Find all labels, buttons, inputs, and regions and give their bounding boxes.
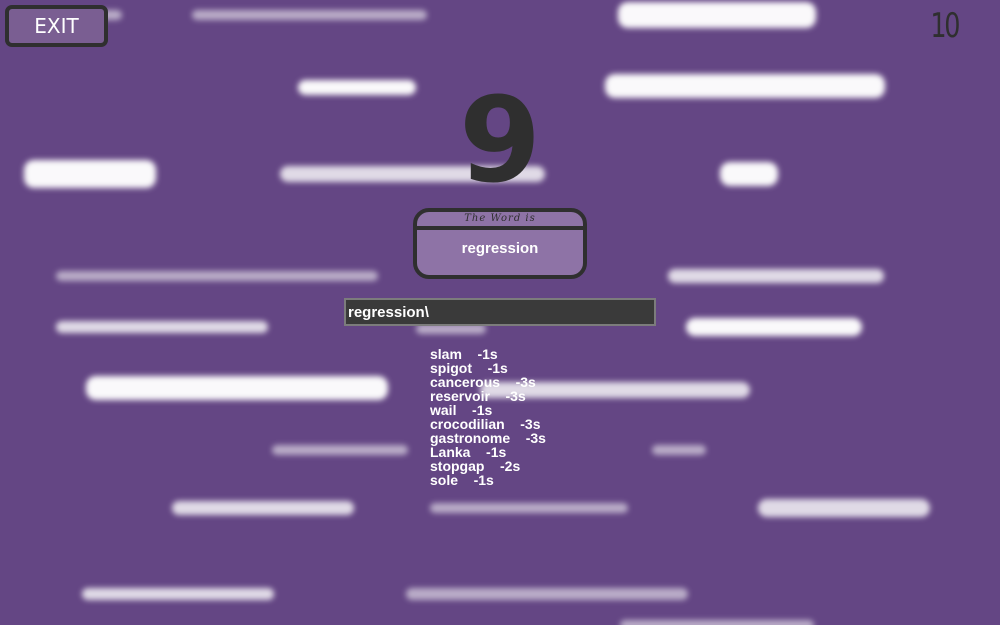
background-streak: [82, 588, 274, 600]
answer-input[interactable]: [344, 298, 656, 326]
guess-item: cancerous -3s: [430, 375, 546, 389]
guess-item: gastronome -3s: [430, 431, 546, 445]
guess-item: Lanka -1s: [430, 445, 546, 459]
background-streak: [430, 503, 628, 513]
guess-penalty: -3s: [525, 430, 546, 446]
guess-word: sole: [430, 472, 459, 488]
guess-item: crocodilian -3s: [430, 417, 546, 431]
background-streak: [86, 376, 388, 400]
exit-button[interactable]: EXIT: [5, 5, 108, 47]
target-word-panel: The Word is regression: [413, 208, 587, 279]
target-word-caption: The Word is: [417, 212, 583, 230]
background-streak: [272, 445, 408, 455]
guess-penalty: -2s: [500, 458, 521, 474]
background-streak: [618, 2, 816, 28]
guess-item: sole -1s: [430, 473, 546, 487]
background-streak: [686, 318, 862, 336]
background-streak: [758, 499, 930, 517]
background-streak: [56, 321, 268, 333]
guess-history-list: slam -1s spigot -1s cancerous -3s reserv…: [430, 347, 546, 487]
background-streak: [192, 10, 427, 20]
background-streak: [652, 445, 706, 455]
countdown-timer: 9: [458, 71, 542, 209]
guess-item: wail -1s: [430, 403, 546, 417]
guess-item: spigot -1s: [430, 361, 546, 375]
guess-penalty: -1s: [473, 472, 494, 488]
guess-item: stopgap -2s: [430, 459, 546, 473]
background-streak: [406, 588, 688, 600]
background-streak: [56, 271, 378, 281]
target-word: regression: [461, 240, 539, 257]
guess-item: reservoir -3s: [430, 389, 546, 403]
background-streak: [668, 269, 884, 283]
guess-item: slam -1s: [430, 347, 546, 361]
background-streak: [172, 501, 354, 515]
background-streak: [620, 620, 814, 625]
guess-penalty: -3s: [505, 388, 526, 404]
score-counter: 10: [930, 6, 960, 46]
